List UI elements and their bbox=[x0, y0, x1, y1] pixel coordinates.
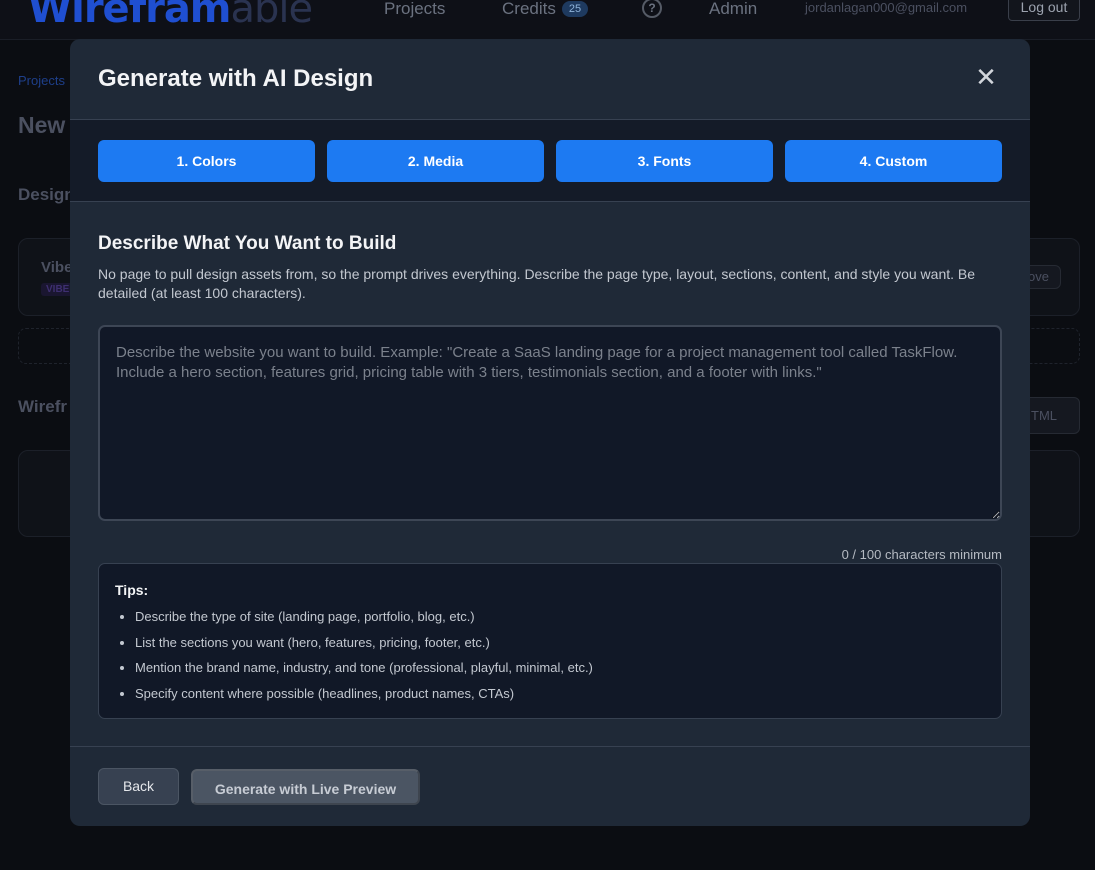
tips-box: Tips: Describe the type of site (landing… bbox=[98, 563, 1002, 719]
step-fonts-tab[interactable]: 3. Fonts bbox=[556, 140, 773, 182]
nav-credits-label: Credits bbox=[502, 0, 556, 18]
close-icon[interactable]: ✕ bbox=[975, 65, 997, 91]
nav-projects-link[interactable]: Projects bbox=[384, 0, 445, 19]
tip-item: List the sections you want (hero, featur… bbox=[120, 634, 593, 660]
design-card-title: Vibe bbox=[41, 259, 73, 276]
tip-item: Mention the brand name, industry, and to… bbox=[120, 659, 593, 685]
section-description: No page to pull design assets from, so t… bbox=[98, 266, 976, 301]
generate-ai-design-modal: Generate with AI Design ✕ 1. Colors 2. M… bbox=[70, 39, 1030, 826]
step-colors-tab[interactable]: 1. Colors bbox=[98, 140, 315, 182]
modal-header: Generate with AI Design ✕ bbox=[70, 39, 1030, 120]
prompt-textarea[interactable] bbox=[98, 325, 1002, 521]
credits-count-badge: 25 bbox=[561, 1, 589, 17]
modal-title: Generate with AI Design bbox=[98, 65, 374, 92]
tips-list: Describe the type of site (landing page,… bbox=[120, 608, 593, 711]
step-tabs: 1. Colors 2. Media 3. Fonts 4. Custom bbox=[70, 120, 1030, 202]
user-email: jordanlagan000@gmail.com bbox=[805, 0, 968, 15]
tip-item: Describe the type of site (landing page,… bbox=[120, 608, 593, 634]
nav-credits-link[interactable]: Credits 25 bbox=[502, 0, 589, 19]
step-custom-tab[interactable]: 4. Custom bbox=[785, 140, 1002, 182]
breadcrumb[interactable]: Projects bbox=[18, 73, 65, 88]
section-heading: Describe What You Want to Build bbox=[98, 233, 397, 254]
help-icon[interactable]: ? bbox=[642, 0, 662, 18]
tip-item: Specify content where possible (headline… bbox=[120, 685, 593, 711]
logout-button[interactable]: Log out bbox=[1008, 0, 1080, 21]
top-navigation: Wireframable Projects Credits 25 ? Admin … bbox=[0, 0, 1095, 40]
nav-admin-link[interactable]: Admin bbox=[709, 0, 757, 19]
page-title: New bbox=[18, 112, 66, 138]
back-button[interactable]: Back bbox=[98, 768, 179, 805]
modal-footer: Back Generate with Live Preview bbox=[70, 746, 1030, 826]
tips-title: Tips: bbox=[115, 582, 149, 598]
app-logo[interactable]: Wireframable bbox=[28, 0, 313, 32]
character-counter: 0 / 100 characters minimum bbox=[841, 547, 1002, 562]
design-section-heading: Design bbox=[18, 185, 75, 204]
wireframe-section-heading: Wirefr bbox=[18, 397, 67, 416]
step-media-tab[interactable]: 2. Media bbox=[327, 140, 544, 182]
generate-live-preview-button[interactable]: Generate with Live Preview bbox=[191, 769, 420, 805]
